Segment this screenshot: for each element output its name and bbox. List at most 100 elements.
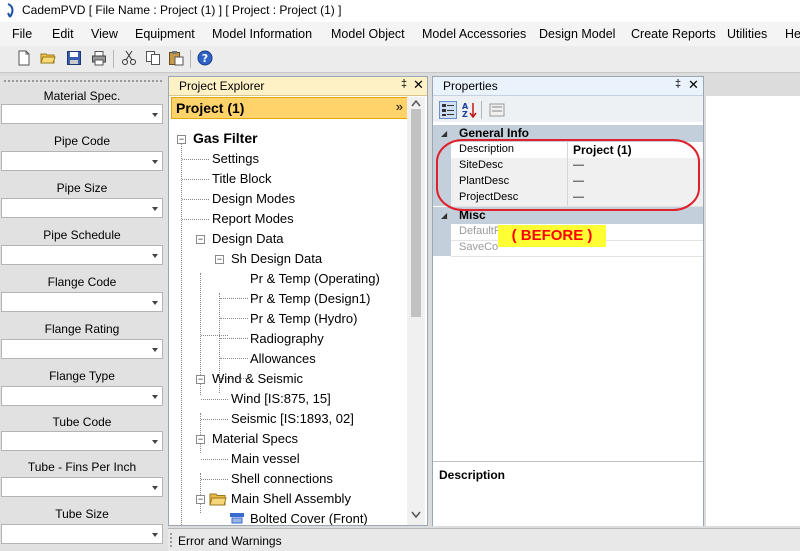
menu-create-reports[interactable]: Create Reports xyxy=(631,27,716,41)
help-icon[interactable]: ? xyxy=(197,50,213,66)
description-title: Description xyxy=(439,468,506,482)
new-file-icon[interactable] xyxy=(16,50,32,66)
expand-toggle[interactable]: − xyxy=(196,495,205,504)
toolbar-separator xyxy=(190,50,191,68)
tree-item-sh-design-data[interactable]: Sh Design Data xyxy=(231,251,322,266)
menu-model-object[interactable]: Model Object xyxy=(331,27,405,41)
tree-item-main-shell-assembly[interactable]: Main Shell Assembly xyxy=(231,491,351,506)
close-icon[interactable]: ✕ xyxy=(688,77,699,93)
cut-icon[interactable] xyxy=(121,50,137,66)
expand-toggle[interactable]: − xyxy=(196,375,205,384)
paste-icon[interactable] xyxy=(168,50,184,66)
flange-type-label: Flange Type xyxy=(49,369,115,383)
before-label: ( BEFORE ) xyxy=(498,225,606,247)
flange-code-label: Flange Code xyxy=(47,275,117,289)
tree-item-material-specs[interactable]: Material Specs xyxy=(212,431,298,446)
properties-title: Properties xyxy=(443,79,498,93)
tree-item-report-modes[interactable]: Report Modes xyxy=(212,211,294,226)
menu-edit[interactable]: Edit xyxy=(52,27,74,41)
open-folder-icon[interactable] xyxy=(40,50,56,66)
chevron-down-icon xyxy=(152,348,158,352)
document-area xyxy=(706,96,800,526)
chevron-down-icon xyxy=(152,160,158,164)
flange-rating-label: Flange Rating xyxy=(44,322,120,336)
grid-gutter xyxy=(433,224,451,256)
panel-grip xyxy=(170,533,172,547)
chevron-down-icon xyxy=(152,113,158,117)
menu-model-accessories[interactable]: Model Accessories xyxy=(422,27,526,41)
highlight-ellipse xyxy=(436,139,700,211)
property-name: DefaultF xyxy=(459,225,501,237)
flange-rating-combo[interactable] xyxy=(1,339,163,359)
sort-az-icon[interactable]: AZ xyxy=(460,101,478,119)
tree-item-pr-temp-hydro[interactable]: Pr & Temp (Hydro) xyxy=(250,311,357,326)
tree-item-design-data[interactable]: Design Data xyxy=(212,231,284,246)
expand-toggle[interactable]: − xyxy=(196,435,205,444)
window-title: CademPVD [ File Name : Project (1) ] [ P… xyxy=(22,3,342,17)
menu-design-model[interactable]: Design Model xyxy=(539,27,615,41)
chevron-down-icon xyxy=(152,254,158,258)
tree-item-allowances[interactable]: Allowances xyxy=(250,351,316,366)
menu-help[interactable]: He xyxy=(785,27,800,41)
property-grid: ◢ General Info Description Project (1) S… xyxy=(433,123,703,281)
flange-type-combo[interactable] xyxy=(1,386,163,406)
tree-item-pr-temp-operating[interactable]: Pr & Temp (Operating) xyxy=(250,271,380,286)
tube-code-label: Tube Code xyxy=(52,415,112,429)
pin-icon[interactable]: ‡ xyxy=(675,78,681,90)
pipe-size-combo[interactable] xyxy=(1,198,163,218)
categorized-icon[interactable] xyxy=(439,101,457,119)
folder-icon xyxy=(209,493,227,506)
menu-model-information[interactable]: Model Information xyxy=(212,27,312,41)
tree-item-bolted-cover-front[interactable]: Bolted Cover (Front) xyxy=(250,511,368,525)
pipe-code-combo[interactable] xyxy=(1,151,163,171)
chevron-down-icon xyxy=(152,440,158,444)
print-icon[interactable] xyxy=(91,50,107,66)
tube-fins-per-inch-label: Tube - Fins Per Inch xyxy=(27,460,137,474)
chevron-up-icon[interactable] xyxy=(411,100,421,107)
menu-view[interactable]: View xyxy=(91,27,118,41)
save-icon[interactable] xyxy=(66,50,82,66)
error-warnings-label: Error and Warnings xyxy=(178,534,282,548)
project-header[interactable]: Project (1) » xyxy=(171,97,409,119)
flange-code-combo[interactable] xyxy=(1,292,163,312)
expand-toggle[interactable]: − xyxy=(215,255,224,264)
tube-code-combo[interactable] xyxy=(1,431,163,451)
material-spec-combo[interactable] xyxy=(1,104,163,124)
tree-item-main-vessel[interactable]: Main vessel xyxy=(231,451,300,466)
svg-text:?: ? xyxy=(202,52,208,65)
tree-item-design-modes[interactable]: Design Modes xyxy=(212,191,295,206)
close-icon[interactable]: ✕ xyxy=(413,77,424,93)
project-name: Project (1) xyxy=(176,100,245,116)
menu-equipment[interactable]: Equipment xyxy=(135,27,195,41)
properties-pane: Properties ‡ ✕ AZ ◢ General Info Descrip… xyxy=(432,76,704,526)
scrollbar-thumb[interactable] xyxy=(411,109,421,317)
tube-size-combo[interactable] xyxy=(1,524,163,544)
tree-item-title-block[interactable]: Title Block xyxy=(212,171,271,186)
tree-scrollbar[interactable] xyxy=(407,97,425,525)
tree-item-wind[interactable]: Wind [IS:875, 15] xyxy=(231,391,331,406)
copy-icon[interactable] xyxy=(145,50,161,66)
menu-file[interactable]: File xyxy=(12,27,32,41)
pipe-schedule-combo[interactable] xyxy=(1,245,163,265)
tree-item-settings[interactable]: Settings xyxy=(212,151,259,166)
tree-item-shell-connections[interactable]: Shell connections xyxy=(231,471,333,486)
chevron-down-icon xyxy=(152,301,158,305)
explorer-title: Project Explorer xyxy=(179,79,265,93)
tree-item-pr-temp-design1[interactable]: Pr & Temp (Design1) xyxy=(250,291,370,306)
tree-item-wind-seismic[interactable]: Wind & Seismic xyxy=(212,371,303,386)
tree-root-gas-filter[interactable]: Gas Filter xyxy=(193,130,258,146)
expand-toggle[interactable]: − xyxy=(177,135,186,144)
tree-item-radiography[interactable]: Radiography xyxy=(250,331,324,346)
expand-toggle[interactable]: − xyxy=(196,235,205,244)
chevron-down-icon[interactable] xyxy=(411,511,421,518)
property-pages-icon[interactable] xyxy=(488,101,506,119)
panel-grip xyxy=(4,80,162,82)
toolbar: ? xyxy=(0,46,800,73)
pin-icon[interactable]: ‡ xyxy=(401,78,407,90)
menu-utilities[interactable]: Utilities xyxy=(727,27,767,41)
error-warnings-bar[interactable]: Error and Warnings xyxy=(168,528,800,551)
toolbar-separator xyxy=(113,50,114,68)
tree-item-seismic[interactable]: Seismic [IS:1893, 02] xyxy=(231,411,354,426)
collapse-icon[interactable]: » xyxy=(396,99,403,114)
tube-fins-per-inch-combo[interactable] xyxy=(1,477,163,497)
